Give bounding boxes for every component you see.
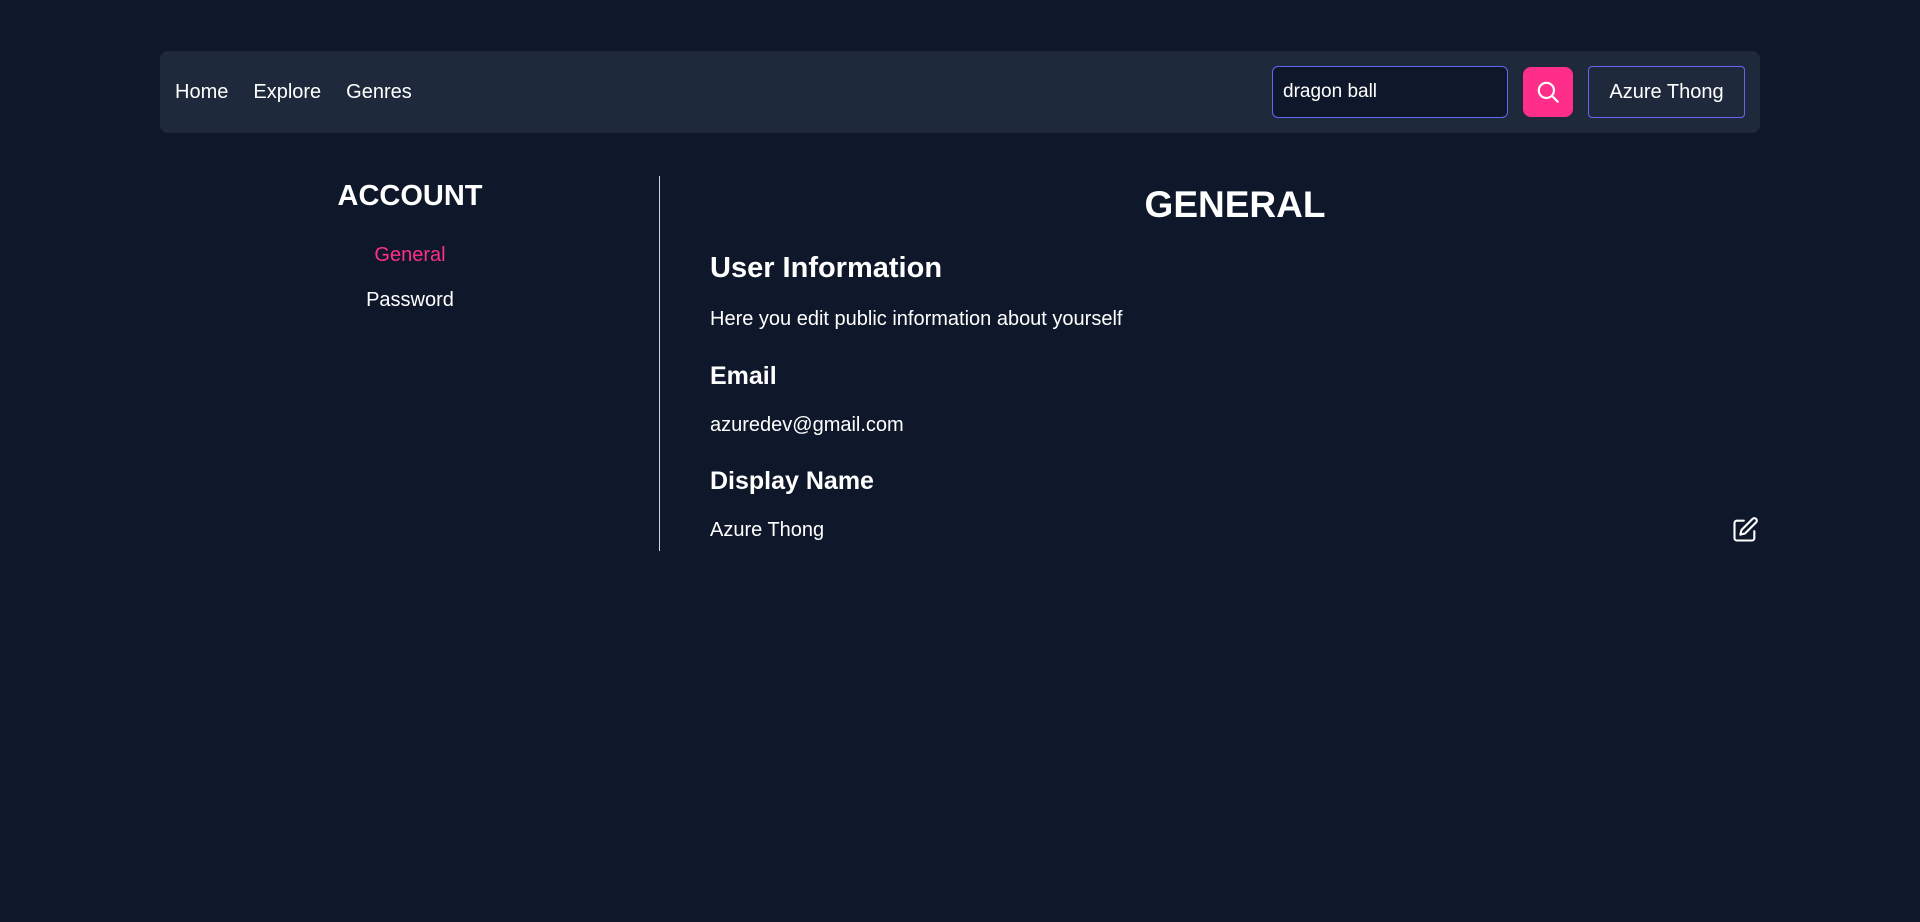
page-title: GENERAL bbox=[1144, 184, 1326, 225]
search-input[interactable] bbox=[1272, 66, 1508, 118]
nav-links: Home Explore Genres bbox=[175, 51, 412, 133]
nav-link-genres[interactable]: Genres bbox=[346, 81, 412, 104]
user-information-heading: User Information bbox=[710, 252, 943, 284]
email-label: Email bbox=[710, 362, 777, 390]
nav-link-home[interactable]: Home bbox=[175, 81, 228, 104]
sidebar-title: ACCOUNT bbox=[337, 180, 483, 212]
nav-link-explore[interactable]: Explore bbox=[253, 81, 321, 104]
account-sidebar: ACCOUNT General Password bbox=[260, 176, 560, 311]
search-button[interactable] bbox=[1523, 67, 1573, 117]
display-name-value: Azure Thong bbox=[710, 519, 825, 541]
display-name-label: Display Name bbox=[710, 467, 874, 495]
user-information-description: Here you edit public information about y… bbox=[710, 308, 1123, 330]
navbar: Home Explore Genres Azure Thong bbox=[160, 51, 1760, 133]
edit-icon bbox=[1731, 516, 1759, 544]
sidebar-item-password[interactable]: Password bbox=[260, 287, 560, 313]
edit-display-name-button[interactable] bbox=[1730, 515, 1760, 545]
email-value: azuredev@gmail.com bbox=[710, 414, 904, 436]
user-menu-button[interactable]: Azure Thong bbox=[1588, 66, 1745, 118]
search-icon bbox=[1535, 79, 1561, 105]
sidebar-item-general[interactable]: General bbox=[260, 242, 560, 268]
vertical-divider bbox=[659, 176, 660, 551]
